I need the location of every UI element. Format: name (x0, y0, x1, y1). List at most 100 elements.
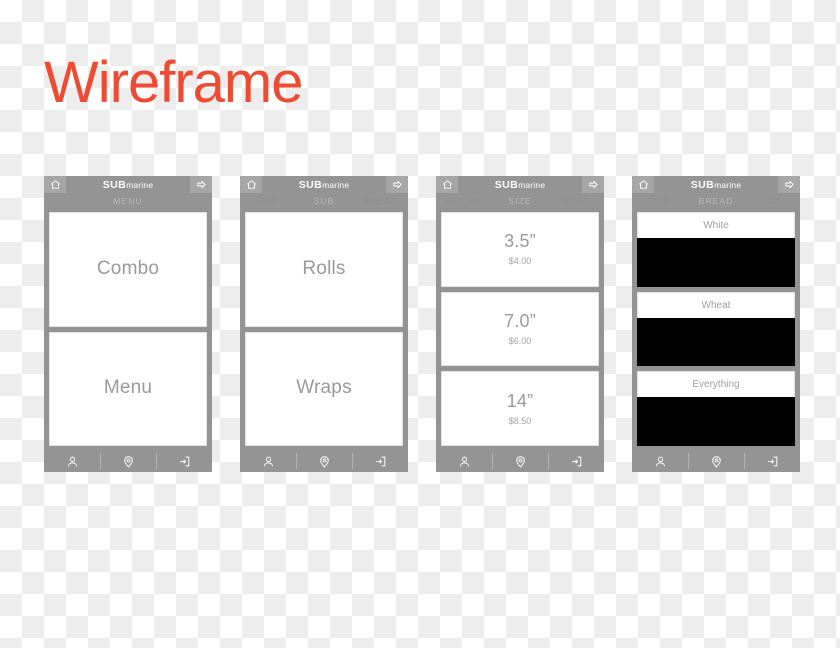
bread-label: White (637, 212, 795, 238)
app-header: SUBmarine (632, 176, 800, 193)
bottom-nav (436, 450, 604, 472)
card-label: Combo (96, 257, 160, 279)
bottom-nav (240, 450, 408, 472)
breadcrumb-next[interactable]: MEAT (548, 196, 604, 206)
bread-thumbnail (637, 238, 795, 287)
arrow-right-icon (588, 179, 599, 190)
sub-card-rolls[interactable]: Rolls (245, 212, 403, 327)
screen-content: White Wheat Everything (632, 208, 800, 450)
forward-button[interactable] (778, 176, 800, 193)
logout-icon (178, 455, 191, 468)
location-pin-icon (122, 455, 135, 468)
breadcrumb-prev[interactable]: SUB (632, 196, 688, 206)
nav-location[interactable] (296, 450, 352, 472)
bread-label: Wheat (637, 291, 795, 318)
forward-button[interactable] (582, 176, 604, 193)
card-label: Rolls (302, 257, 346, 279)
home-button[interactable] (632, 176, 654, 193)
card-label: 3.5” (504, 231, 536, 252)
location-pin-icon (514, 455, 527, 468)
nav-logout[interactable] (744, 450, 800, 472)
app-title: SUBmarine (262, 179, 386, 191)
nav-logout[interactable] (548, 450, 604, 472)
arrow-right-icon (196, 179, 207, 190)
breadcrumb-next[interactable]: SIZE (744, 196, 800, 206)
brand-bold: SUB (102, 178, 127, 191)
nav-location[interactable] (492, 450, 548, 472)
home-button[interactable] (44, 176, 66, 193)
breadcrumb-prev[interactable]: BREAD (436, 196, 492, 206)
home-button[interactable] (240, 176, 262, 193)
person-icon (458, 455, 471, 468)
home-button[interactable] (436, 176, 458, 193)
phone-screen-bread: SUBmarine SUB BREAD SIZE White Wheat Eve… (632, 176, 800, 472)
logout-icon (374, 455, 387, 468)
menu-card-combo[interactable]: Combo (49, 212, 207, 327)
arrow-right-icon (784, 179, 795, 190)
nav-account[interactable] (240, 450, 296, 472)
nav-logout[interactable] (156, 450, 212, 472)
logout-icon (570, 455, 583, 468)
person-icon (262, 455, 275, 468)
person-icon (66, 455, 79, 468)
card-label: 14” (506, 390, 534, 411)
bread-option-wheat[interactable]: Wheat (637, 291, 795, 367)
nav-logout[interactable] (352, 450, 408, 472)
brand-normal: marine (322, 179, 350, 190)
bottom-nav (44, 450, 212, 472)
brand-normal: marine (518, 179, 546, 190)
brand-bold: SUB (494, 178, 519, 191)
location-pin-icon (710, 455, 723, 468)
size-card-medium[interactable]: 7.0” $6.00 (441, 291, 599, 367)
bottom-nav (632, 450, 800, 472)
forward-button[interactable] (190, 176, 212, 193)
nav-account[interactable] (436, 450, 492, 472)
brand-bold: SUB (690, 178, 715, 191)
app-header: SUBmarine (436, 176, 604, 193)
app-header: SUBmarine (240, 176, 408, 193)
screen-content: Rolls Wraps (240, 208, 408, 450)
card-price: $4.00 (508, 256, 532, 267)
bread-option-white[interactable]: White (637, 212, 795, 287)
bread-thumbnail (637, 317, 795, 367)
card-label: Menu (103, 377, 153, 399)
card-price: $8.50 (508, 415, 532, 426)
card-label: 7.0” (504, 311, 536, 332)
person-icon (654, 455, 667, 468)
size-card-small[interactable]: 3.5” $4.00 (441, 212, 599, 287)
bread-option-everything[interactable]: Everything (637, 371, 795, 447)
bread-thumbnail (637, 397, 795, 447)
nav-location[interactable] (100, 450, 156, 472)
screen-content: 3.5” $4.00 7.0” $6.00 14” $8.50 (436, 208, 604, 450)
nav-location[interactable] (688, 450, 744, 472)
phone-screen-sub: SUBmarine EAT SUB BREAD Rolls Wraps (240, 176, 408, 472)
brand-normal: marine (126, 179, 154, 190)
home-icon (246, 179, 257, 190)
menu-card-menu[interactable]: Menu (49, 331, 207, 446)
arrow-right-icon (392, 179, 403, 190)
phone-screen-menu: SUBmarine MENU Combo Menu (44, 176, 212, 472)
breadcrumb: MENU (44, 193, 212, 208)
app-title: SUBmarine (654, 179, 778, 191)
breadcrumb: EAT SUB BREAD (240, 193, 408, 208)
phone-screen-size: SUBmarine BREAD SIZE MEAT 3.5” $4.00 7.0… (436, 176, 604, 472)
brand-bold: SUB (298, 178, 323, 191)
size-card-large[interactable]: 14” $8.50 (441, 371, 599, 447)
card-price: $6.00 (508, 335, 532, 346)
breadcrumb-prev[interactable]: EAT (240, 196, 296, 206)
nav-account[interactable] (632, 450, 688, 472)
breadcrumb-current: SUB (313, 195, 335, 206)
card-label: Wraps (296, 377, 352, 399)
sub-card-wraps[interactable]: Wraps (245, 331, 403, 446)
breadcrumb: BREAD SIZE MEAT (436, 193, 604, 208)
forward-button[interactable] (386, 176, 408, 193)
screen-content: Combo Menu (44, 208, 212, 450)
app-title: SUBmarine (66, 179, 190, 191)
logout-icon (766, 455, 779, 468)
location-pin-icon (318, 455, 331, 468)
breadcrumb-current: SIZE (508, 195, 532, 206)
nav-account[interactable] (44, 450, 100, 472)
app-title: SUBmarine (458, 179, 582, 191)
breadcrumb-next[interactable]: BREAD (352, 196, 408, 206)
home-icon (442, 179, 453, 190)
